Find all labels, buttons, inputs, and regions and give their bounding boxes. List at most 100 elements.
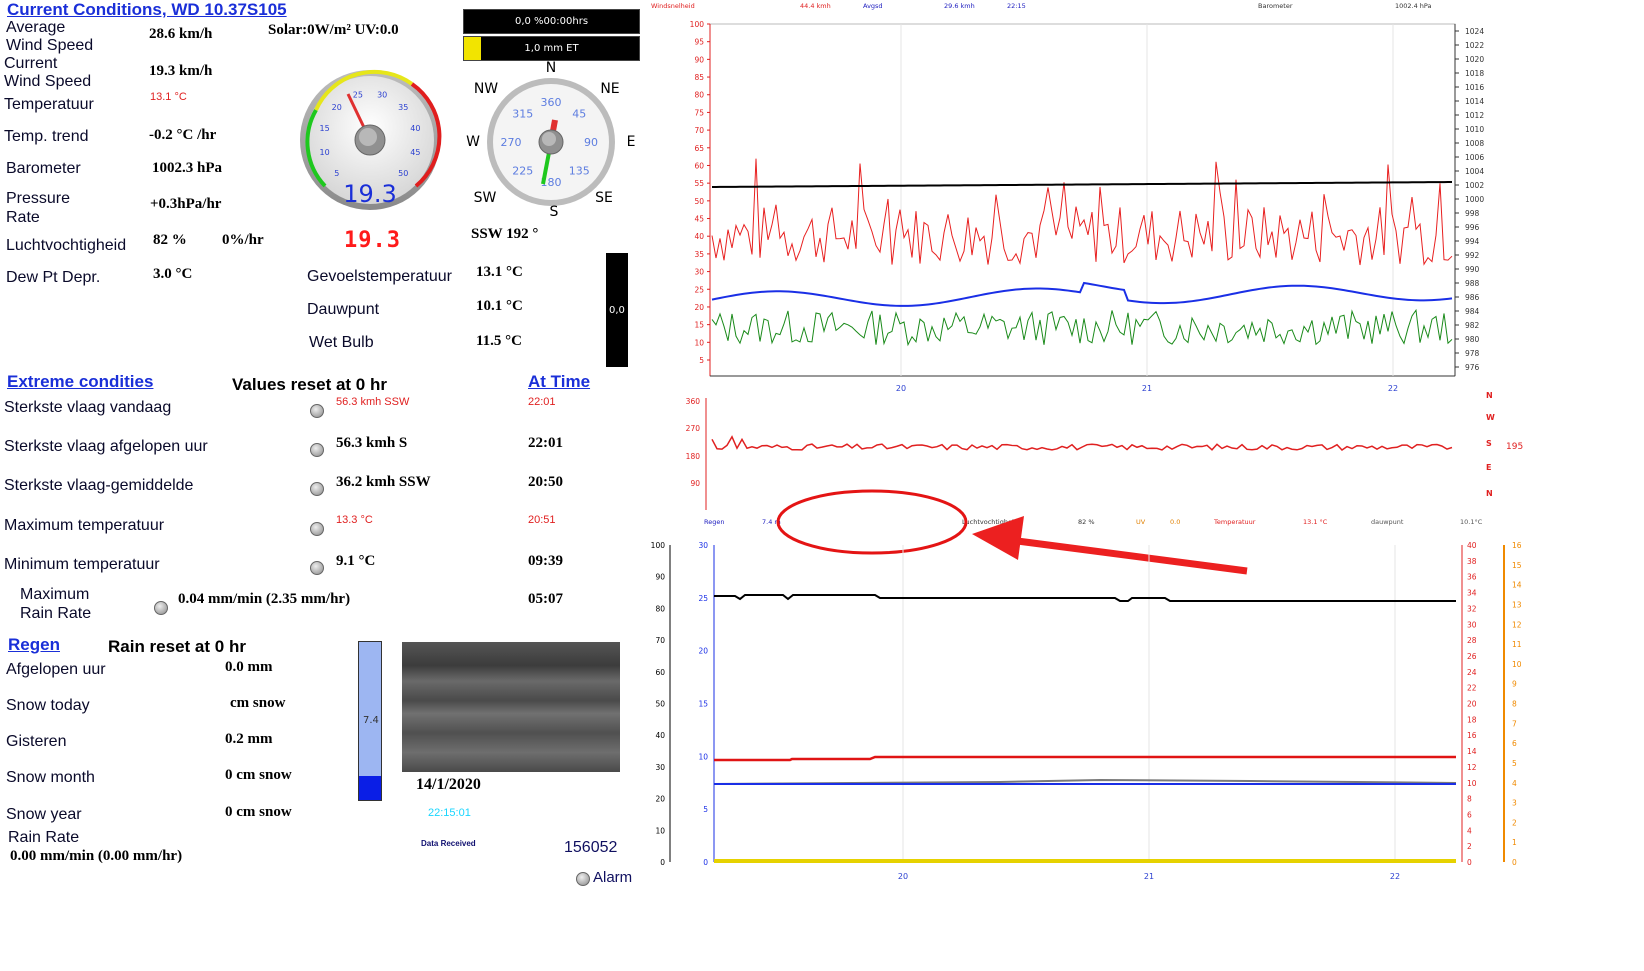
highlight-circle	[776, 489, 968, 555]
rain-row-label: Snow year	[6, 806, 82, 823]
top-chart-header-item: 22:15	[1007, 2, 1026, 10]
top-chart-right-tick: 1018	[1465, 69, 1484, 78]
gauge-tick-label: 40	[410, 124, 420, 133]
top-chart-left-tick: 35	[694, 250, 704, 259]
compass-dir-e: E	[627, 134, 636, 150]
bottom-chart-header-item: Regen	[704, 518, 724, 526]
bottom-chart-red-tick: 40	[1467, 541, 1477, 550]
bottom-chart-red-tick: 28	[1467, 636, 1477, 645]
wind-speed-gauge: 5 10 15 20 25 30 35 40 45 50 19.3	[300, 69, 442, 210]
rain-reset-note: Rain reset at 0 hr	[108, 637, 246, 656]
bottom-chart-pct-tick: 0	[660, 858, 665, 867]
gauge-tick-label: 10	[320, 148, 330, 157]
bottom-chart-pct-tick: 80	[655, 604, 665, 613]
top-chart-right-tick: 1008	[1465, 139, 1484, 148]
top-chart-header-item: Windsnelheid	[651, 2, 695, 10]
extreme-row-time: 09:39	[528, 553, 563, 569]
top-chart-header-item: 29.6 kmh	[944, 2, 975, 10]
gauge-led-readout: 19.3	[344, 228, 401, 253]
solar-uv-value: Solar:0W/m² UV:0.0	[268, 22, 399, 38]
bottom-chart-orange-tick: 8	[1512, 700, 1517, 709]
top-chart-left-tick: 15	[694, 321, 704, 330]
top-chart-left-tick: 80	[694, 91, 704, 100]
humidity-series	[714, 594, 1456, 602]
bottom-chart-red-tick: 8	[1467, 795, 1472, 804]
dir-chart-compass-letter: N	[1486, 391, 1493, 400]
top-chart-header-item: Barometer	[1258, 2, 1293, 10]
top-chart-right-tick: 1020	[1465, 55, 1484, 64]
extremes-reset-note: Values reset at 0 hr	[232, 375, 387, 394]
bottom-chart-blue-tick: 15	[698, 700, 708, 709]
top-chart-right-tick: 1022	[1465, 41, 1484, 50]
top-chart-right-tick: 1010	[1465, 125, 1484, 134]
top-chart-x-tick: 21	[1142, 384, 1152, 393]
top-chart-left-tick: 5	[699, 356, 704, 365]
dir-chart-tick: 180	[686, 452, 701, 461]
bottom-chart-header-item: 0.0	[1170, 518, 1180, 526]
temp-value: 13.1 °C	[150, 91, 187, 103]
humidity-label: Luchtvochtigheid	[6, 237, 127, 254]
top-chart-right-tick: 988	[1465, 279, 1480, 288]
top-chart-right-tick: 1004	[1465, 167, 1484, 176]
rain-rate-value: 0.00 mm/min (0.00 mm/hr)	[10, 848, 183, 864]
bottom-chart-red-tick: 14	[1467, 747, 1477, 756]
rain-row-value: 0 cm snow	[225, 767, 292, 783]
extreme-row-time: 20:50	[528, 474, 563, 490]
top-chart-x-tick: 22	[1388, 384, 1398, 393]
bottom-chart-pct-tick: 40	[655, 731, 665, 740]
wetbulb-value: 11.5 °C	[476, 333, 523, 349]
extreme-row-label: Minimum temperatuur	[4, 556, 160, 573]
rain-bar-fill	[359, 776, 381, 800]
extreme-row-value: 36.2 kmh SSW	[336, 474, 431, 490]
bottom-chart-red-tick: 2	[1467, 842, 1472, 851]
bottom-chart-red-tick: 26	[1467, 652, 1477, 661]
extreme-row-label: Sterkste vlaag-gemiddelde	[4, 477, 194, 494]
top-chart-right-tick: 1024	[1465, 27, 1484, 36]
top-chart-right-tick: 982	[1465, 321, 1480, 330]
gauge-tick-label: 45	[410, 148, 420, 157]
top-chart-header-item: 44.4 kmh	[800, 2, 831, 10]
top-chart-left-tick: 85	[694, 73, 704, 82]
top-chart-right-tick: 1002	[1465, 181, 1484, 190]
dir-chart-tick: 90	[690, 479, 700, 488]
wind-direction-series	[711, 435, 1453, 451]
bottom-chart-orange-tick: 4	[1512, 779, 1517, 788]
compass-degree-label: 315	[512, 108, 533, 121]
bottom-chart-pct-tick: 90	[655, 573, 665, 582]
status-time-text: 0,0 %00:00hrs	[514, 16, 589, 27]
extreme-row-led	[310, 522, 324, 536]
bottom-chart-blue-tick: 5	[703, 805, 708, 814]
extremes-header: Extreme condities	[7, 372, 154, 391]
top-chart-header-item: 1002.4 hPa	[1395, 2, 1432, 10]
window-title: Current Conditions, WD 10.37S105	[7, 0, 287, 19]
compass-dir-s: S	[550, 204, 559, 220]
top-chart-right-tick: 984	[1465, 307, 1480, 316]
top-chart-right-tick: 980	[1465, 335, 1480, 344]
bottom-chart-orange-tick: 1	[1512, 838, 1517, 847]
et-text: 1,0 mm ET	[524, 43, 579, 54]
top-chart-right-tick: 1014	[1465, 97, 1484, 106]
bottom-chart-x-tick: 21	[1144, 872, 1154, 881]
baro-label: Barometer	[6, 160, 81, 177]
extreme-row-value: 0.04 mm/min (2.35 mm/hr)	[178, 591, 351, 607]
bottom-chart-orange-tick: 12	[1512, 620, 1522, 629]
compass-dir-se: SE	[595, 190, 613, 206]
dir-chart-tick: 360	[686, 397, 701, 406]
bottom-chart-orange-tick: 9	[1512, 680, 1517, 689]
rain-row-value: cm snow	[230, 695, 286, 711]
compass-degree-label: 90	[584, 136, 598, 149]
bottom-chart-blue-tick: 0	[703, 858, 708, 867]
top-chart-header-item: Avgsd	[863, 2, 883, 10]
dir-chart-compass-letter: W	[1486, 413, 1495, 422]
extreme-row-label: Sterkste vlaag vandaag	[4, 399, 172, 416]
top-chart-right-tick: 976	[1465, 363, 1480, 372]
bottom-chart-red-tick: 16	[1467, 731, 1477, 740]
top-chart-left-tick: 50	[694, 197, 704, 206]
dir-chart-compass-letter: S	[1486, 439, 1492, 448]
rain-bar-value: 7.4	[363, 715, 379, 726]
avg-wind-value: 28.6 km/h	[149, 26, 213, 42]
top-chart-right-tick: 1016	[1465, 83, 1484, 92]
time-text: 22:15:01	[428, 807, 471, 819]
solar-bar-value: 0,0	[609, 305, 625, 316]
bottom-chart-red-tick: 34	[1467, 589, 1477, 598]
